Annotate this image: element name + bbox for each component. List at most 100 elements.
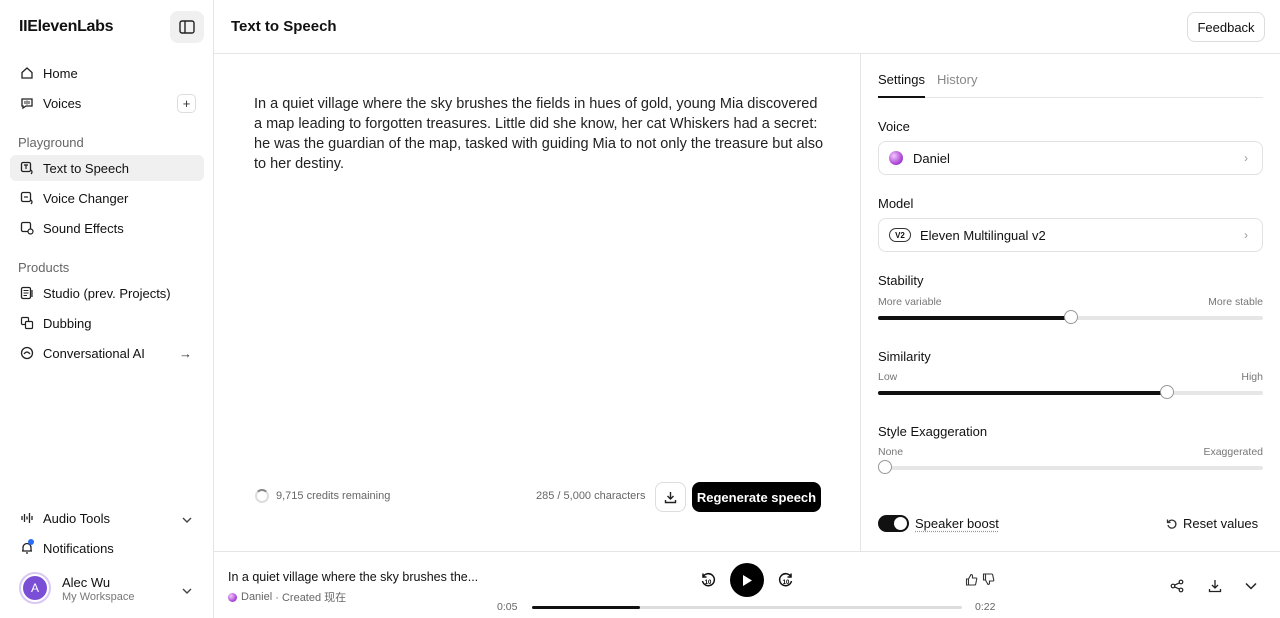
voice-avatar-icon xyxy=(889,151,903,165)
sidebar-item-studio[interactable]: Studio (prev. Projects) xyxy=(10,280,204,306)
sidebar-item-voices[interactable]: Voices xyxy=(10,90,204,116)
thumbs-down-button[interactable] xyxy=(981,572,995,586)
total-duration: 0:22 xyxy=(975,601,996,613)
style-exaggeration-slider[interactable] xyxy=(878,460,1263,474)
chevron-right-icon: › xyxy=(1244,228,1248,242)
style-exaggeration-label: Style Exaggeration xyxy=(878,424,988,439)
download-icon xyxy=(664,491,677,503)
svg-text:10: 10 xyxy=(705,580,712,586)
forward-10-icon: 10 xyxy=(778,572,793,587)
toggle-knob xyxy=(894,517,907,530)
playground-section-title: Playground xyxy=(18,135,84,150)
regenerate-speech-button[interactable]: Regenerate speech xyxy=(692,482,821,512)
sidebar-item-label: Audio Tools xyxy=(43,510,110,526)
slider-thumb[interactable] xyxy=(878,460,892,474)
collapse-player-button[interactable] xyxy=(1243,578,1259,594)
settings-tabs: Settings History xyxy=(878,72,1263,98)
sidebar-item-voice-changer[interactable]: Voice Changer xyxy=(10,185,204,211)
track-title[interactable]: In a quiet village where the sky brushes… xyxy=(228,570,478,584)
model-version-badge: V2 xyxy=(889,228,911,242)
audio-player: In a quiet village where the sky brushes… xyxy=(214,551,1280,618)
slider-fill xyxy=(878,316,1071,320)
play-button[interactable] xyxy=(730,563,764,597)
thumbs-up-icon xyxy=(965,573,977,586)
play-icon xyxy=(743,574,752,586)
sidebar-item-sound-effects[interactable]: Sound Effects xyxy=(10,215,204,241)
model-select[interactable]: V2 Eleven Multilingual v2 › xyxy=(878,218,1263,252)
style-range-labels: None Exaggerated xyxy=(878,446,1263,458)
voice-label: Voice xyxy=(878,119,910,134)
notification-badge xyxy=(28,539,34,545)
sidebar-item-label: Voice Changer xyxy=(43,190,129,206)
model-label: Model xyxy=(878,196,914,211)
text-input-area[interactable]: In a quiet village where the sky brushes… xyxy=(254,94,824,174)
app-logo[interactable]: IIElevenLabs xyxy=(19,18,114,36)
slider-thumb[interactable] xyxy=(1063,310,1078,324)
sidebar-toggle-icon xyxy=(179,20,195,34)
sidebar-item-label: Notifications xyxy=(43,540,114,556)
stability-slider[interactable] xyxy=(878,310,1263,324)
sidebar-item-label: Conversational AI xyxy=(43,345,145,361)
sidebar-item-notifications[interactable]: Notifications xyxy=(10,535,204,561)
sidebar-item-label: Voices xyxy=(43,95,82,111)
thumbs-up-button[interactable] xyxy=(964,572,978,586)
chevron-down-icon xyxy=(182,511,192,526)
voice-changer-icon xyxy=(20,191,34,205)
collapse-sidebar-button[interactable] xyxy=(170,11,204,43)
settings-panel: Settings History Voice Daniel › Model V2… xyxy=(862,54,1280,551)
stability-range-labels: More variable More stable xyxy=(878,296,1263,308)
user-name: Alec Wu xyxy=(62,575,111,590)
sidebar: IIElevenLabs Home Voices + Playground Te… xyxy=(0,0,214,618)
feedback-button[interactable]: Feedback xyxy=(1187,12,1265,42)
sidebar-item-home[interactable]: Home xyxy=(10,60,204,86)
arrow-right-icon: → xyxy=(179,345,192,361)
slider-thumb[interactable] xyxy=(1159,385,1174,399)
sidebar-item-text-to-speech[interactable]: Text to Speech xyxy=(10,155,204,181)
similarity-slider[interactable] xyxy=(878,385,1263,399)
rewind-10-icon: 10 xyxy=(701,572,716,587)
similarity-range-labels: Low High xyxy=(878,371,1263,383)
progress-fill xyxy=(532,606,640,609)
plus-icon: + xyxy=(182,96,191,111)
credits-remaining: 9,715 credits remaining xyxy=(255,489,390,503)
speaker-boost-toggle[interactable] xyxy=(878,515,909,532)
add-voice-button[interactable]: + xyxy=(177,94,196,113)
top-header: Text to Speech Feedback xyxy=(214,0,1280,54)
sidebar-item-label: Dubbing xyxy=(43,315,92,331)
svg-text:10: 10 xyxy=(783,580,790,586)
sidebar-item-dubbing[interactable]: Dubbing xyxy=(10,310,204,336)
current-time: 0:05 xyxy=(497,601,518,613)
voice-avatar-icon xyxy=(228,592,237,602)
share-button[interactable] xyxy=(1169,578,1185,594)
text-to-speech-icon xyxy=(20,161,34,175)
download-audio-button[interactable] xyxy=(1207,578,1223,594)
skip-back-button[interactable]: 10 xyxy=(698,570,718,590)
slider-fill xyxy=(878,391,1167,395)
tab-history[interactable]: History xyxy=(937,72,977,98)
chevron-down-icon xyxy=(182,582,192,597)
page-title: Text to Speech xyxy=(231,18,337,35)
skip-forward-button[interactable]: 10 xyxy=(776,570,796,590)
voice-select[interactable]: Daniel › xyxy=(878,141,1263,175)
studio-icon xyxy=(20,286,34,300)
products-section-title: Products xyxy=(18,260,70,275)
reset-values-button[interactable]: Reset values xyxy=(1166,516,1258,531)
avatar: A xyxy=(19,572,51,604)
similarity-label: Similarity xyxy=(878,349,931,364)
thumbs-down-icon xyxy=(982,572,994,585)
download-button[interactable] xyxy=(655,482,686,512)
sidebar-item-label: Home xyxy=(43,65,78,81)
sidebar-item-conversational-ai[interactable]: Conversational AI → xyxy=(10,340,204,366)
playback-progress-bar[interactable] xyxy=(532,606,962,609)
text-editor-panel: In a quiet village where the sky brushes… xyxy=(214,54,861,551)
voices-icon xyxy=(20,96,34,110)
sidebar-item-label: Studio (prev. Projects) xyxy=(43,285,171,301)
credits-progress-icon xyxy=(255,489,269,503)
home-icon xyxy=(20,66,34,80)
sidebar-item-label: Sound Effects xyxy=(43,220,124,236)
user-menu[interactable]: A Alec Wu My Workspace xyxy=(19,572,209,608)
reset-icon xyxy=(1166,519,1177,529)
sidebar-item-audio-tools[interactable]: Audio Tools xyxy=(10,505,204,531)
workspace-name: My Workspace xyxy=(62,591,135,603)
tab-settings[interactable]: Settings xyxy=(878,72,925,98)
